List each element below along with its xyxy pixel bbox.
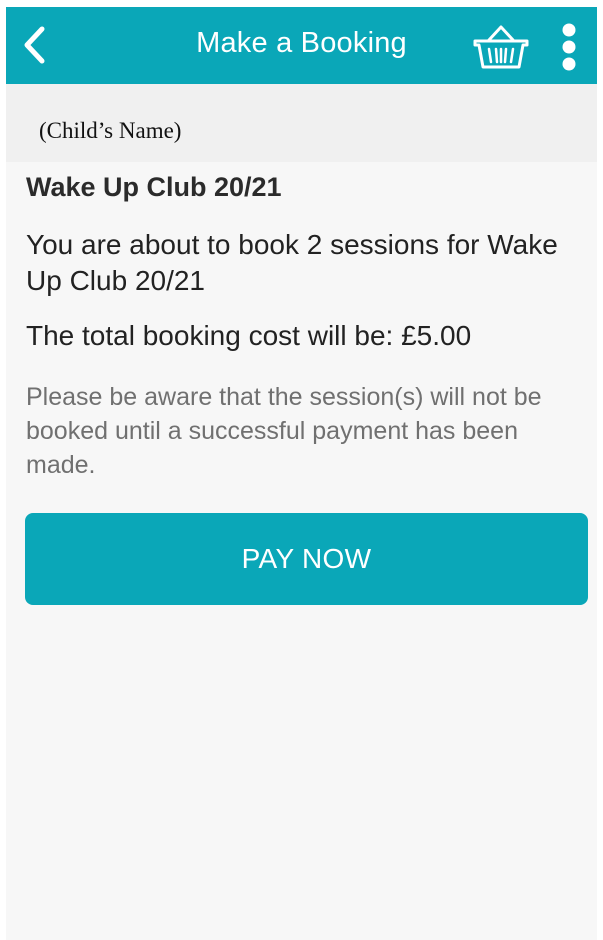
basket-icon: [473, 25, 529, 69]
booking-summary: You are about to book 2 sessions for Wak…: [26, 229, 558, 296]
pay-now-button[interactable]: PAY NOW: [25, 513, 588, 605]
more-options-button[interactable]: [556, 23, 582, 71]
more-vertical-icon: [562, 23, 576, 71]
payment-notice: Please be aware that the session(s) will…: [26, 383, 542, 479]
basket-button[interactable]: [472, 23, 530, 71]
club-title: Wake Up Club 20/21: [26, 172, 282, 202]
child-header: (Child’s Name): [6, 84, 597, 162]
booking-total: The total booking cost will be: £5.00: [26, 320, 472, 351]
booking-screen: Make a Booking (Child’s Name) Wake Up Cl…: [6, 7, 597, 940]
top-app-bar: Make a Booking: [6, 7, 597, 84]
child-name: (Child’s Name): [39, 118, 182, 143]
